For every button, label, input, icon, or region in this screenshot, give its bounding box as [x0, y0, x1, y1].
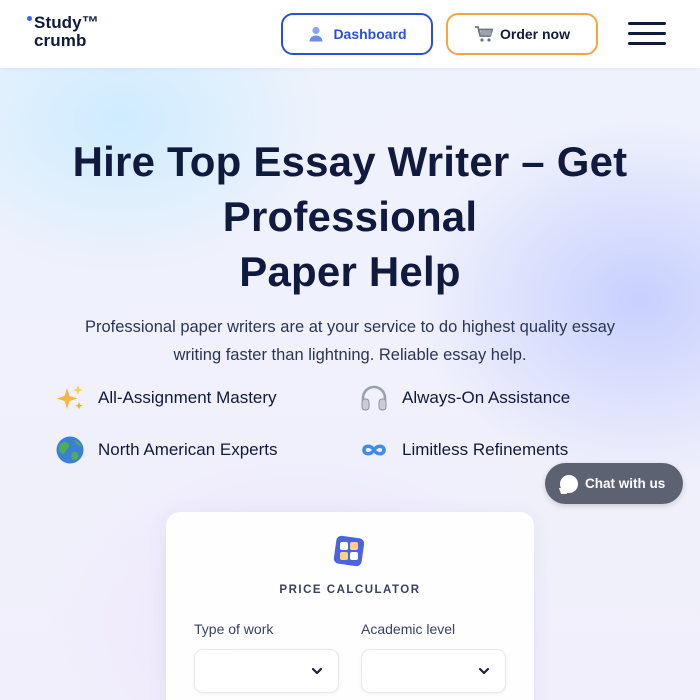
academic-level-select[interactable]	[361, 649, 506, 693]
type-of-work-select[interactable]	[194, 649, 339, 693]
feature-label: Always-On Assistance	[402, 388, 571, 407]
globe-icon	[54, 434, 86, 466]
dashboard-button[interactable]: Dashboard	[281, 13, 433, 55]
site-header: Study™ crumb Dashboard Order now	[0, 0, 700, 68]
calculator-icon	[332, 534, 366, 568]
feature-always-on-assistance: Always-On Assistance	[358, 382, 570, 414]
feature-label: Limitless Refinements	[402, 440, 569, 459]
logo-text-crumb: crumb	[34, 31, 87, 50]
subtitle-line-1: Professional paper writers are at your s…	[84, 318, 616, 336]
headphones-icon	[358, 382, 390, 414]
logo-text-study: Study™	[34, 13, 99, 32]
cart-icon	[474, 25, 494, 43]
feature-north-american-experts: North American Experts	[54, 434, 278, 466]
academic-level-label: Academic level	[361, 621, 456, 637]
studycrumb-logo[interactable]: Study™ crumb	[27, 13, 117, 53]
chevron-down-icon	[310, 664, 324, 678]
page-title: Hire Top Essay Writer – Get Professional…	[30, 134, 670, 299]
dashboard-label: Dashboard	[333, 26, 407, 42]
order-now-label: Order now	[499, 26, 570, 42]
price-calculator-card: PRICE CALCULATOR Type of work Academic l…	[166, 512, 534, 700]
title-line-3: Paper Help	[239, 248, 461, 295]
price-calculator-title: PRICE CALCULATOR	[279, 584, 421, 596]
subtitle-line-2: writing faster than lightning. Reliable …	[173, 346, 527, 364]
chevron-down-icon	[477, 664, 491, 678]
infinity-icon	[358, 434, 390, 466]
feature-label: All-Assignment Mastery	[98, 388, 277, 407]
title-line-1: Hire Top Essay Writer – Get	[72, 138, 628, 185]
chat-label: Chat with us	[585, 476, 666, 491]
chat-bubble-icon	[560, 474, 578, 493]
title-line-2: Professional	[222, 193, 478, 240]
sparkles-icon	[54, 382, 86, 414]
user-icon	[307, 25, 325, 43]
order-now-button[interactable]: Order now	[446, 13, 598, 55]
feature-all-assignment-mastery: All-Assignment Mastery	[54, 382, 277, 414]
feature-limitless-refinements: Limitless Refinements	[358, 434, 568, 466]
hero-subtitle: Professional paper writers are at your s…	[50, 313, 650, 369]
type-of-work-label: Type of work	[194, 621, 274, 637]
chat-with-us-button[interactable]: Chat with us	[545, 463, 683, 504]
feature-label: North American Experts	[98, 440, 278, 459]
logo-dot	[27, 16, 32, 21]
hamburger-menu-icon[interactable]	[628, 22, 666, 46]
